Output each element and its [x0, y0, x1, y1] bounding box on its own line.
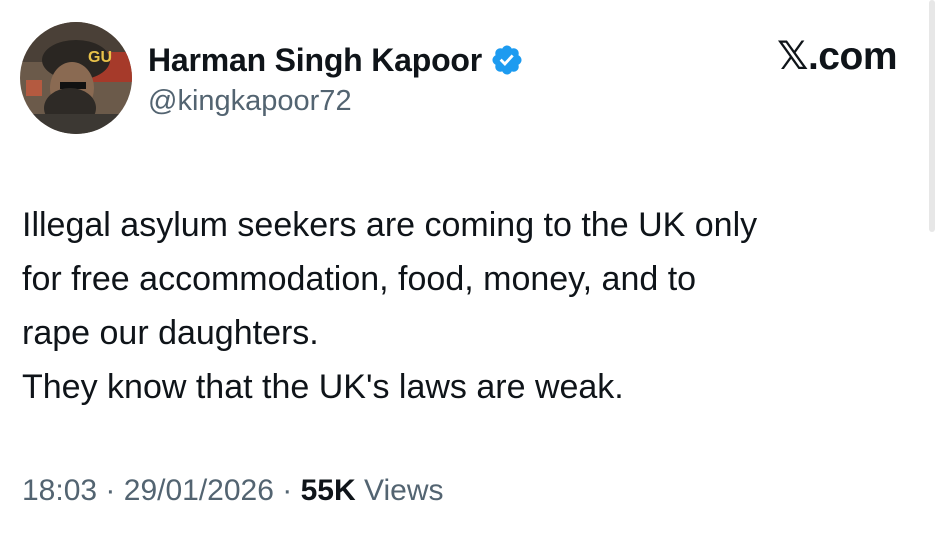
- meta-separator: ·: [282, 474, 293, 507]
- tweet-line: They know that the UK's laws are weak.: [22, 368, 624, 406]
- tweet-line: for free accommodation, food, money, and…: [22, 260, 697, 298]
- views-label: Views: [364, 474, 444, 507]
- svg-text:GU: GU: [88, 49, 112, 66]
- scrollbar[interactable]: [929, 0, 935, 232]
- views-count[interactable]: 55K: [301, 474, 356, 507]
- tweet-date[interactable]: 29/01/2026: [124, 474, 274, 507]
- author-name-row[interactable]: Harman Singh Kapoor: [148, 38, 524, 82]
- tweet-text: Illegal asylum seekers are coming to the…: [22, 198, 902, 414]
- tweet-time[interactable]: 18:03: [22, 474, 97, 507]
- verified-badge-icon: [490, 43, 524, 77]
- profile-photo: GU: [20, 22, 132, 134]
- tweet-line: Illegal asylum seekers are coming to the…: [22, 206, 758, 244]
- meta-separator: ·: [105, 474, 116, 507]
- x-logo: 𝕏.com: [777, 35, 897, 78]
- tweet-line: rape our daughters.: [22, 314, 319, 352]
- avatar[interactable]: GU: [20, 22, 132, 134]
- tweet-meta: 18:03 · 29/01/2026 · 55K Views: [22, 474, 443, 508]
- display-name[interactable]: Harman Singh Kapoor: [148, 42, 482, 79]
- author-handle[interactable]: @kingkapoor72: [148, 85, 352, 118]
